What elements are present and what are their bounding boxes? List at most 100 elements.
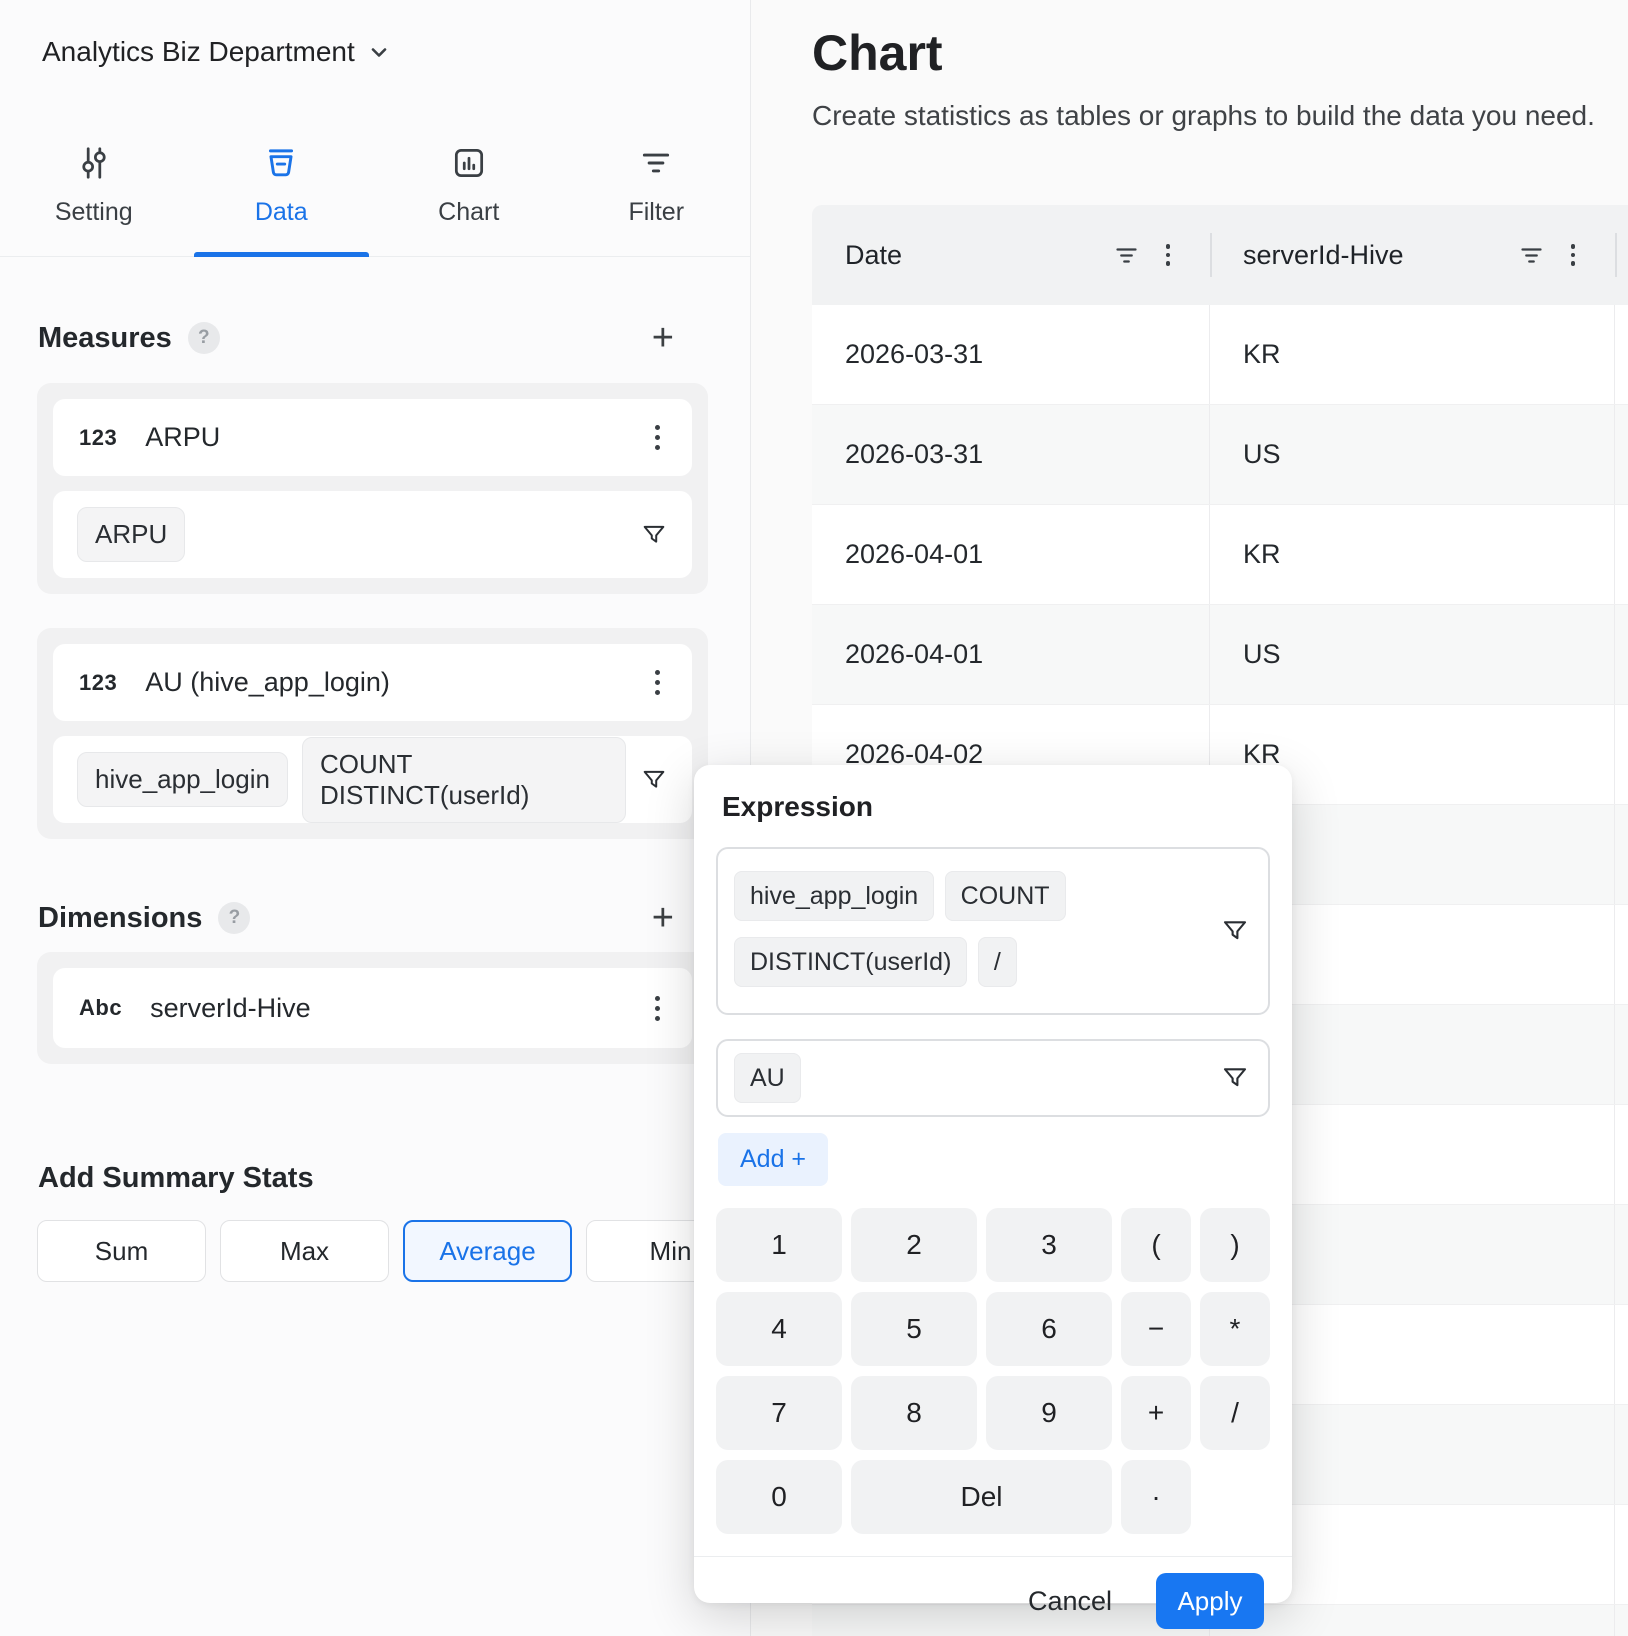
key-1[interactable]: 1 [716, 1208, 842, 1282]
filter-funnel-icon[interactable] [1220, 1063, 1250, 1093]
page-subtitle: Create statistics as tables or graphs to… [812, 100, 1595, 132]
cell-extra [1615, 605, 1628, 704]
expression-chip: hive_app_login [734, 871, 934, 921]
summary-stat-average-button[interactable]: Average [403, 1220, 572, 1282]
measures-help-icon[interactable]: ? [188, 322, 220, 354]
dimensions-title: Dimensions [38, 902, 202, 935]
alias-input[interactable]: AU [716, 1039, 1270, 1117]
cancel-button[interactable]: Cancel [1022, 1585, 1118, 1618]
sliders-icon [75, 144, 113, 182]
dimensions-header: Dimensions ? + [38, 898, 708, 938]
dimensions-help-icon[interactable]: ? [218, 902, 250, 934]
workspace-label: Analytics Biz Department [42, 36, 355, 68]
expression-chips: hive_app_login COUNT DISTINCT(userId) / [734, 865, 1174, 997]
cell-date: 2026-03-31 [812, 405, 1210, 504]
tab-label: Data [255, 198, 308, 227]
cell-date: 2026-03-31 [812, 305, 1210, 404]
expression-chip: hive_app_login [77, 752, 288, 807]
key-2[interactable]: 2 [851, 1208, 977, 1282]
key-delete[interactable]: Del [851, 1460, 1112, 1534]
key-([interactable]: ( [1121, 1208, 1191, 1282]
filter-funnel-icon[interactable] [640, 766, 668, 794]
cell-extra [1615, 805, 1628, 904]
field-expression-row: ARPU [53, 491, 692, 578]
expression-chip: ARPU [77, 507, 185, 562]
key-8[interactable]: 8 [851, 1376, 977, 1450]
column-filter-icon[interactable] [1113, 242, 1140, 269]
summary-stat-max-button[interactable]: Max [220, 1220, 389, 1282]
table-row: 2026-04-01KR [812, 505, 1628, 605]
cell-extra [1615, 1405, 1628, 1504]
key-7[interactable]: 7 [716, 1376, 842, 1450]
cell-server: US [1210, 1605, 1615, 1636]
modal-footer: Cancel Apply [716, 1557, 1270, 1629]
field-card[interactable]: 123AU (hive_app_login) [53, 644, 692, 721]
cell-extra [1615, 405, 1628, 504]
config-panel: Analytics Biz Department Setting Data Char… [0, 0, 751, 1636]
cell-extra [1615, 1505, 1628, 1604]
tab-filter[interactable]: Filter [563, 126, 751, 256]
expression-chip: / [978, 937, 1017, 987]
add-expression-button[interactable]: Add + [718, 1133, 828, 1186]
apply-button[interactable]: Apply [1156, 1573, 1264, 1629]
kebab-menu-icon[interactable] [649, 990, 666, 1027]
field-card[interactable]: AbcserverId-Hive [53, 968, 692, 1048]
add-measure-button[interactable]: + [652, 322, 674, 354]
cell-date: 2026-04-01 [812, 605, 1210, 704]
key-4[interactable]: 4 [716, 1292, 842, 1366]
summary-stats-header: Add Summary Stats [38, 1158, 708, 1198]
kebab-menu-icon[interactable] [649, 419, 666, 456]
expression-chip: COUNT DISTINCT(userId) [302, 737, 626, 823]
column-label: Date [845, 240, 902, 271]
data-bucket-icon [262, 144, 300, 182]
cell-server: US [1210, 405, 1615, 504]
cell-extra [1615, 1005, 1628, 1104]
table-row: 2026-03-31US [812, 405, 1628, 505]
measure-group: 123AU (hive_app_login) hive_app_login COUN… [37, 628, 708, 839]
field-name: ARPU [145, 422, 220, 453]
filter-funnel-icon[interactable] [640, 521, 668, 549]
key-*[interactable]: * [1200, 1292, 1270, 1366]
add-dimension-button[interactable]: + [652, 902, 674, 934]
summary-stat-sum-button[interactable]: Sum [37, 1220, 206, 1282]
expression-input[interactable]: hive_app_login COUNT DISTINCT(userId) / [716, 847, 1270, 1015]
filter-funnel-icon[interactable] [1220, 916, 1250, 946]
key-−[interactable]: − [1121, 1292, 1191, 1366]
key-5[interactable]: 5 [851, 1292, 977, 1366]
key-0[interactable]: 0 [716, 1460, 842, 1534]
summary-stats-title: Add Summary Stats [38, 1162, 314, 1195]
key-/[interactable]: / [1200, 1376, 1270, 1450]
kebab-menu-icon[interactable] [649, 664, 666, 701]
cell-extra [1615, 1605, 1628, 1636]
cell-extra [1615, 1305, 1628, 1404]
field-type-icon: 123 [79, 670, 117, 696]
tab-data[interactable]: Data [188, 126, 376, 256]
panel-tabs: Setting Data Chart Filter [0, 126, 750, 257]
kebab-menu-icon[interactable] [1567, 240, 1580, 270]
cell-extra [1615, 1205, 1628, 1304]
column-filter-icon[interactable] [1518, 242, 1545, 269]
tab-label: Setting [55, 198, 133, 227]
workspace-selector[interactable]: Analytics Biz Department [42, 36, 391, 68]
field-expression-row: hive_app_login COUNT DISTINCT(userId) [53, 736, 692, 823]
field-type-icon: Abc [79, 995, 122, 1021]
cell-extra [1615, 1105, 1628, 1204]
key-+[interactable]: + [1121, 1376, 1191, 1450]
tab-chart[interactable]: Chart [375, 126, 563, 256]
cell-server: KR [1210, 505, 1615, 604]
kebab-menu-icon[interactable] [1162, 240, 1175, 270]
tab-setting[interactable]: Setting [0, 126, 188, 256]
table-row: 2026-04-01US [812, 605, 1628, 705]
table-column-extra [1615, 205, 1628, 305]
cell-extra [1615, 705, 1628, 804]
key-3[interactable]: 3 [986, 1208, 1112, 1282]
tab-label: Chart [438, 198, 499, 227]
key-9[interactable]: 9 [986, 1376, 1112, 1450]
page-title: Chart [812, 24, 943, 82]
measures-title: Measures [38, 322, 172, 355]
cell-date: 2026-04-01 [812, 505, 1210, 604]
key-)[interactable]: ) [1200, 1208, 1270, 1282]
field-card[interactable]: 123ARPU [53, 399, 692, 476]
key-·[interactable]: · [1121, 1460, 1191, 1534]
key-6[interactable]: 6 [986, 1292, 1112, 1366]
